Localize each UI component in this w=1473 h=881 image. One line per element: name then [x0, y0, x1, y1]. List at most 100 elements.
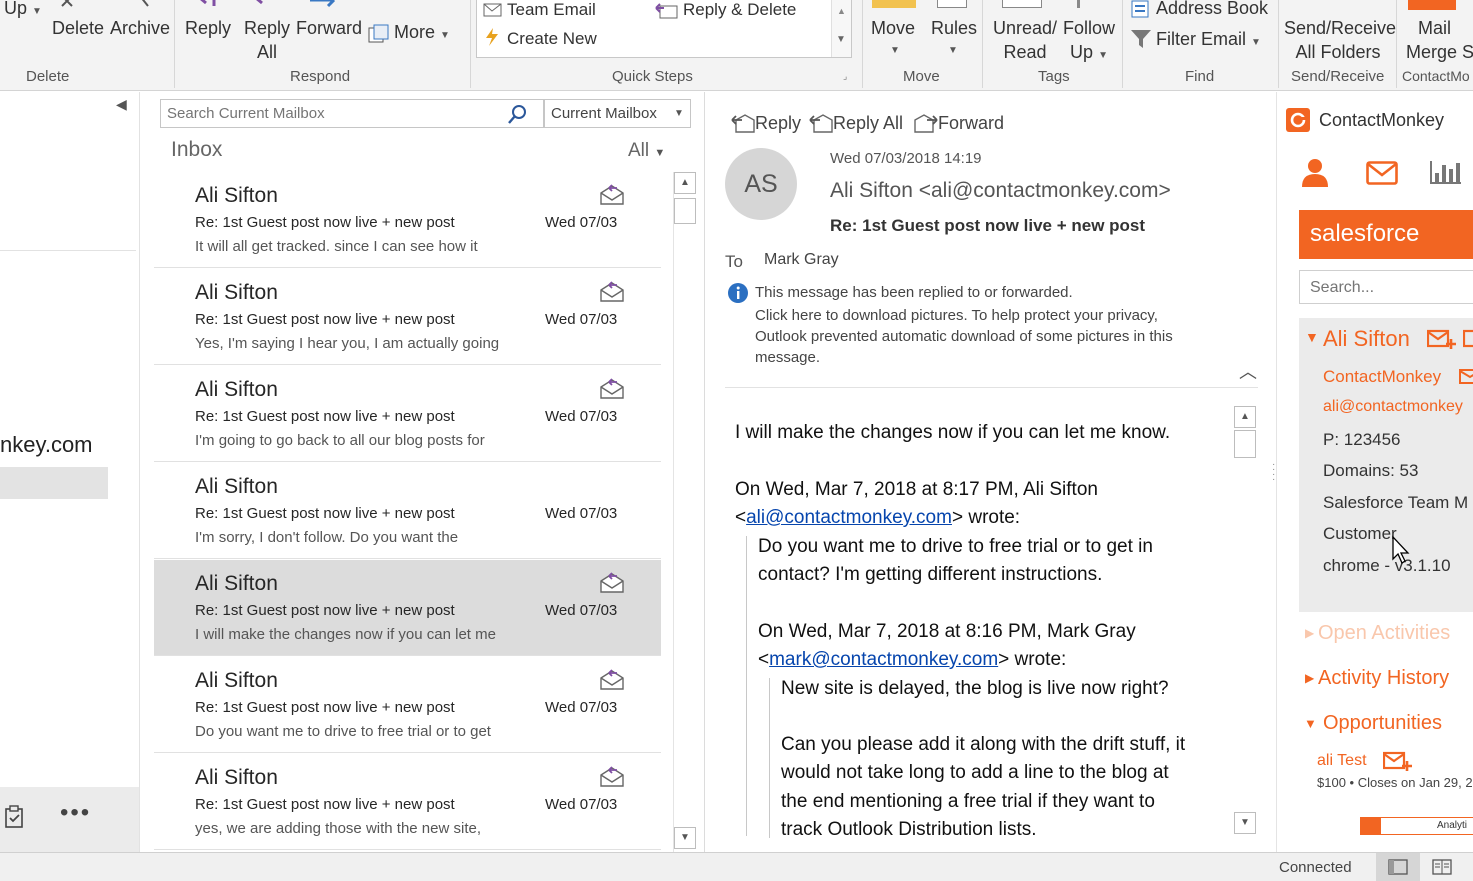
scroll-thumb[interactable]	[1234, 430, 1256, 458]
move-dropdown-icon[interactable]: ▼	[890, 45, 900, 56]
pane-resize-handle[interactable]: · · · ·	[1272, 460, 1275, 485]
scroll-up-icon[interactable]: ▲	[674, 172, 696, 194]
scroll-down-icon[interactable]: ▼	[1234, 812, 1256, 834]
up-label: Up	[4, 0, 28, 18]
rules-button[interactable]: Rules	[931, 17, 977, 39]
expand-triangle-icon[interactable]: ▶	[1305, 626, 1314, 640]
analytics-chart-icon[interactable]	[1429, 159, 1463, 185]
mouse-cursor-icon	[1392, 535, 1410, 564]
scroll-up-icon[interactable]: ▲	[1234, 406, 1256, 428]
contactmonkey-logo-icon	[1286, 108, 1310, 132]
contact-type: Customer	[1323, 524, 1397, 543]
contact-email[interactable]: ali@contactmonkey	[1323, 398, 1463, 416]
contact-company[interactable]: ContactMonkey	[1323, 367, 1441, 387]
email-icon[interactable]	[1463, 329, 1473, 351]
delete-button[interactable]: Delete	[52, 17, 104, 39]
send-receive-all-button[interactable]: Send/Receive All Folders	[1284, 17, 1396, 63]
contact-name[interactable]: Ali Sifton	[1323, 326, 1410, 352]
quick-steps-scroll[interactable]: ▲ ▼	[831, 0, 851, 57]
collapse-header-icon[interactable]: ︿	[1239, 358, 1257, 384]
archive-button[interactable]: Archive	[110, 17, 170, 39]
opportunity-name[interactable]: ali Test	[1317, 752, 1367, 770]
message-row[interactable]: Ali Sifton Re: 1st Guest post now live +…	[154, 657, 661, 753]
dialog-launcher-icon[interactable]: ⌟	[843, 71, 847, 82]
unread-read-button[interactable]: Unread/ Read	[992, 17, 1058, 63]
filter-label: All	[628, 140, 650, 161]
to-label: To	[725, 252, 743, 271]
follow-up-button[interactable]: Follow Up ▼	[1062, 17, 1116, 67]
reading-reply-all-label: Reply All	[833, 113, 904, 133]
rules-dropdown-icon[interactable]: ▼	[948, 45, 958, 56]
analytics-bar[interactable]: Analyti	[1360, 817, 1473, 835]
quote-wrote: > wrote:	[998, 649, 1067, 670]
body-scrollbar[interactable]: ▲ ▼	[1234, 406, 1259, 834]
filter-dropdown[interactable]: All ▼	[628, 140, 665, 162]
salesforce-label: salesforce	[1310, 220, 1420, 247]
add-email-icon[interactable]	[1427, 329, 1457, 351]
tasks-icon[interactable]	[4, 805, 26, 829]
open-activities-section[interactable]: Open Activities	[1318, 622, 1450, 645]
message-row[interactable]: Ali Sifton Re: 1st Guest post now live +…	[154, 172, 661, 268]
quote-wrote: > wrote:	[951, 507, 1021, 528]
expand-triangle-icon[interactable]: ▶	[1305, 671, 1314, 685]
search-scope-dropdown[interactable]: Current Mailbox ▼	[544, 99, 691, 128]
to-recipient[interactable]: Mark Gray	[764, 251, 839, 269]
group-delete-label: Delete	[26, 68, 70, 85]
crm-search-input[interactable]	[1310, 277, 1470, 299]
sender-avatar[interactable]: AS	[725, 148, 797, 220]
collapse-triangle-icon[interactable]: ▼	[1305, 329, 1319, 345]
navigation-bar: •••	[0, 787, 139, 852]
search-input[interactable]	[167, 103, 497, 124]
collapse-pane-icon[interactable]: ◀	[116, 96, 127, 113]
scroll-down-icon[interactable]: ▼	[674, 827, 696, 849]
message-sender: Ali Sifton	[195, 475, 278, 498]
search-box	[160, 99, 544, 128]
unread-label-1: Unread/	[992, 18, 1058, 38]
up-button[interactable]: Up ▼	[4, 0, 42, 23]
message-row-selected[interactable]: Ali Sifton Re: 1st Guest post now live +…	[154, 560, 661, 656]
ribbon: Up ▼ Delete Archive Delete Reply Reply A…	[0, 0, 1473, 91]
message-sender: Ali Sifton	[195, 572, 278, 595]
mail-merge-button[interactable]: Mail Merge S	[1406, 17, 1473, 63]
quote-email-link[interactable]: ali@contactmonkey.com	[746, 507, 952, 528]
message-preview: I will make the changes now if you can l…	[195, 626, 496, 643]
group-tags-label: Tags	[1038, 68, 1070, 85]
message-from[interactable]: Ali Sifton <ali@contactmonkey.com>	[830, 179, 1171, 203]
message-date: Wed 07/03	[545, 699, 618, 716]
folder-title: Inbox	[171, 138, 223, 161]
reply-all-button[interactable]: Reply All	[243, 17, 291, 63]
reply-icon	[731, 114, 755, 133]
reading-view-icon[interactable]	[1432, 859, 1452, 875]
quote-body-line: New site is delayed, the blog is live no…	[781, 678, 1169, 699]
message-row[interactable]: Ali Sifton Re: 1st Guest post now live +…	[154, 754, 661, 850]
message-preview: It will all get tracked. since I can see…	[195, 238, 478, 255]
email-envelope-icon[interactable]	[1366, 161, 1398, 185]
quote-email-link[interactable]: mark@contactmonkey.com	[769, 649, 998, 670]
message-row[interactable]: Ali Sifton Re: 1st Guest post now live +…	[154, 463, 661, 559]
message-list-scrollbar[interactable]: ▲ ▼	[673, 172, 697, 852]
collapse-triangle-icon[interactable]: ▼	[1304, 716, 1317, 731]
message-preview: Yes, I'm saying I hear you, I am actuall…	[195, 335, 500, 352]
add-email-icon[interactable]	[1383, 751, 1413, 773]
forward-button[interactable]: Forward	[296, 17, 362, 39]
scroll-thumb[interactable]	[674, 198, 696, 224]
ribbon-separator	[174, 0, 175, 88]
message-row[interactable]: Ali Sifton Re: 1st Guest post now live +…	[154, 269, 661, 365]
reply-button[interactable]: Reply	[185, 17, 231, 39]
move-button[interactable]: Move	[871, 17, 915, 39]
connection-status: Connected	[1279, 859, 1352, 876]
more-apps-icon[interactable]: •••	[60, 799, 91, 827]
contact-person-icon[interactable]	[1302, 159, 1328, 187]
account-email-fragment[interactable]: nkey.com	[0, 432, 93, 458]
message-preview: Do you want me to drive to free trial or…	[195, 723, 491, 740]
lightning-icon	[486, 28, 498, 46]
normal-view-button[interactable]	[1376, 853, 1420, 881]
opportunities-section[interactable]: Opportunities	[1323, 712, 1442, 735]
info-download-pictures[interactable]: Click here to download pictures. To help…	[755, 307, 1158, 324]
group-respond-label: Respond	[290, 68, 351, 85]
selected-folder-row[interactable]	[0, 467, 108, 499]
email-icon[interactable]	[1459, 368, 1473, 386]
search-icon[interactable]	[507, 103, 529, 125]
message-row[interactable]: Ali Sifton Re: 1st Guest post now live +…	[154, 366, 661, 462]
activity-history-section[interactable]: Activity History	[1318, 667, 1449, 690]
